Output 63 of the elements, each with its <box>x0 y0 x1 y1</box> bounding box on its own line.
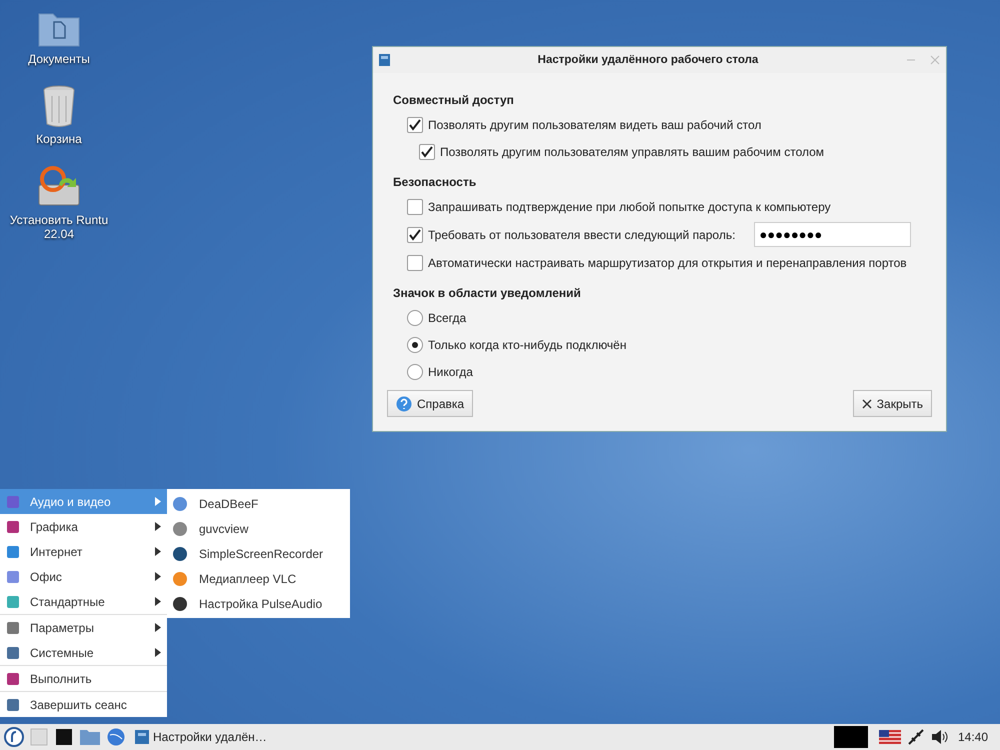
option-label: Требовать от пользователя ввести следующий пароль: <box>428 228 736 242</box>
menu-item[interactable]: Системные <box>0 640 167 665</box>
menu-item[interactable]: Стандартные <box>0 589 167 614</box>
taskbar-window-button[interactable]: Настройки удалён… <box>131 726 271 748</box>
category-icon <box>6 570 20 584</box>
category-icon <box>6 672 20 686</box>
window-title: Настройки удалённого рабочего стола <box>536 54 760 66</box>
checkbox[interactable] <box>419 144 435 160</box>
menu-item[interactable]: Параметры <box>0 615 167 640</box>
option-label: Никогда <box>428 364 473 378</box>
radio-button[interactable] <box>407 364 423 380</box>
clock: 14:40 <box>958 730 988 744</box>
password-field[interactable]: ●●●●●●●● <box>754 222 912 247</box>
option-label: Автоматически настраивать маршрутизатор для открытия и перенаправления портов <box>428 256 907 270</box>
app-icon <box>135 730 149 744</box>
submenu-item[interactable]: SimpleScreenRecorder <box>167 541 350 566</box>
globe-icon[interactable] <box>106 727 126 747</box>
desktop-icon-label[interactable]: Установить Runtu 22.04 <box>4 212 114 242</box>
checkbox[interactable] <box>407 116 423 132</box>
option-label: Запрашивать подтверждение при любой попытке доступа к компьютеру <box>428 200 831 214</box>
network-icon[interactable] <box>906 727 926 747</box>
desktop-icon-label[interactable]: Документы <box>4 52 114 66</box>
section-heading: Совместный доступ <box>393 93 515 107</box>
option-label: Всегда <box>428 310 466 324</box>
menu-item[interactable]: Выполнить <box>0 666 167 691</box>
checkbox[interactable] <box>407 198 423 214</box>
category-icon <box>6 544 20 558</box>
folder-icon[interactable] <box>79 727 101 747</box>
menu-item[interactable]: Офис <box>0 564 167 589</box>
submenu-item[interactable]: Медиаплеер VLC <box>167 566 350 591</box>
submenu-item[interactable]: Настройка PulseAudio <box>167 591 350 616</box>
category-icon <box>6 520 20 534</box>
close-icon <box>862 398 872 408</box>
submenu-item[interactable]: guvcview <box>167 516 350 541</box>
category-icon <box>6 646 20 660</box>
menu-item[interactable]: Завершить сеанс <box>0 692 167 717</box>
app-icon <box>379 54 390 66</box>
category-icon <box>6 698 20 712</box>
checkbox[interactable] <box>407 254 423 270</box>
checkbox[interactable] <box>407 226 423 242</box>
help-button[interactable]: Справка <box>387 390 474 417</box>
section-heading: Безопасность <box>393 175 478 189</box>
menu-item[interactable]: Графика <box>0 514 167 539</box>
category-icon <box>6 494 20 508</box>
option-label: Позволять другим пользователям управлять вашим рабочим столом <box>440 144 824 158</box>
radio-button[interactable] <box>407 310 423 326</box>
option-label: Позволять другим пользователям видеть ваш рабочий стол <box>428 118 762 132</box>
close-button[interactable]: Закрыть <box>852 390 932 417</box>
volume-icon[interactable] <box>930 729 949 745</box>
tray-block <box>834 726 868 748</box>
terminal-icon[interactable] <box>54 727 74 747</box>
option-label: Только когда кто-нибудь подключён <box>428 338 626 352</box>
trash-icon[interactable] <box>42 84 76 128</box>
category-icon <box>6 594 20 608</box>
desktop-icon-label[interactable]: Корзина <box>4 132 114 147</box>
submenu-item[interactable]: DeaDBeeF <box>167 491 350 516</box>
radio-button[interactable] <box>407 336 423 352</box>
flag-icon[interactable] <box>878 730 901 744</box>
section-heading: Значок в области уведомлений <box>393 286 582 300</box>
menu-item[interactable]: Интернет <box>0 539 167 564</box>
help-icon <box>396 396 412 412</box>
start-menu-icon[interactable] <box>4 727 24 747</box>
category-icon <box>6 620 20 634</box>
